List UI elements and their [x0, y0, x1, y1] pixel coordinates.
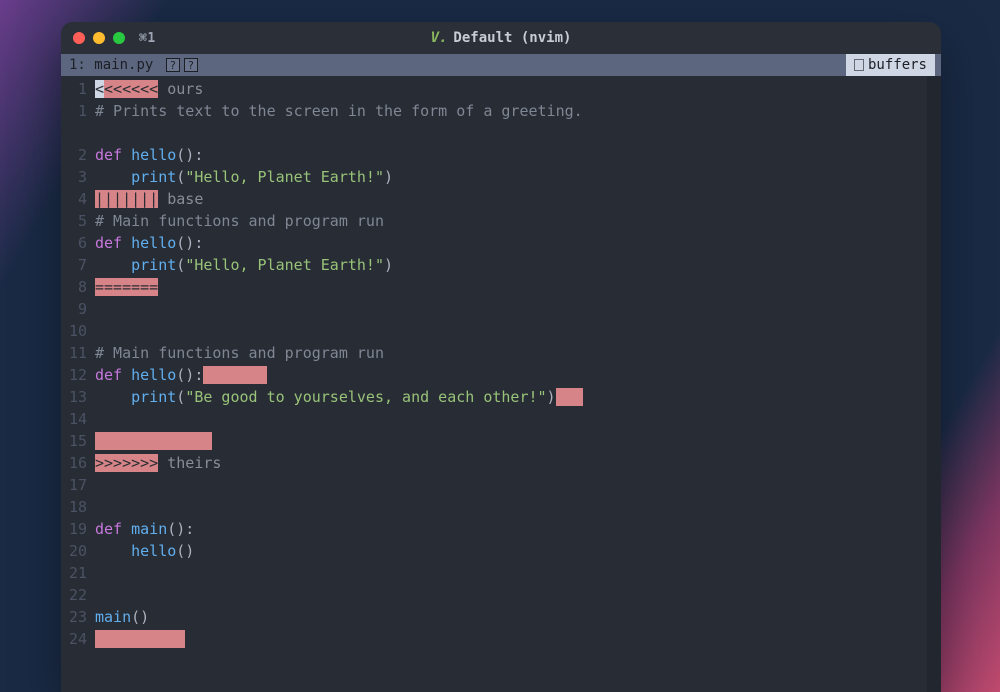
window-shortcut-label: ⌘1	[139, 31, 156, 46]
code-line: 16>>>>>>> theirs	[61, 452, 941, 474]
code-line: 12def hello():	[61, 364, 941, 386]
code-line: 2def hello():	[61, 144, 941, 166]
line-number: 16	[61, 452, 95, 474]
line-number: 5	[61, 210, 95, 232]
conflict-marker-ours: <<<<<<	[104, 80, 158, 98]
vim-logo-icon: V.	[431, 30, 448, 46]
code-line	[61, 122, 941, 144]
code-line: 1<<<<<<< ours	[61, 78, 941, 100]
minimize-icon[interactable]	[93, 32, 105, 44]
code-line: 1# Prints text to the screen in the form…	[61, 100, 941, 122]
code-line: 24	[61, 628, 941, 650]
trailing-whitespace	[95, 432, 212, 450]
conflict-marker-base: |||||||	[95, 190, 158, 208]
code-line: 18	[61, 496, 941, 518]
line-number: 12	[61, 364, 95, 386]
line-number: 18	[61, 496, 95, 518]
editor-area[interactable]: 1<<<<<<< ours 1# Prints text to the scre…	[61, 76, 941, 692]
line-number: 14	[61, 408, 95, 430]
code-line: 7 print("Hello, Planet Earth!")	[61, 254, 941, 276]
code-line: 10	[61, 320, 941, 342]
line-number: 4	[61, 188, 95, 210]
code-line: 6def hello():	[61, 232, 941, 254]
conflict-marker-sep: =======	[95, 278, 158, 296]
line-number: 6	[61, 232, 95, 254]
window-title-text: Default (nvim)	[453, 30, 571, 46]
tab-index: 1:	[69, 57, 86, 73]
line-number: 19	[61, 518, 95, 540]
modified-indicator-icon: ?	[184, 58, 198, 72]
modified-indicator-icon: ?	[166, 58, 180, 72]
line-number: 3	[61, 166, 95, 188]
line-number: 23	[61, 606, 95, 628]
close-icon[interactable]	[73, 32, 85, 44]
titlebar[interactable]: ⌘1 V. Default (nvim)	[61, 22, 941, 54]
code-line: 17	[61, 474, 941, 496]
code-lines: 1<<<<<<< ours 1# Prints text to the scre…	[61, 76, 941, 650]
traffic-lights	[73, 32, 125, 44]
line-number: 7	[61, 254, 95, 276]
code-line: 14	[61, 408, 941, 430]
line-number: 1	[61, 100, 95, 122]
code-line: 5# Main functions and program run	[61, 210, 941, 232]
line-number: 1	[61, 78, 95, 100]
tabline-buffers[interactable]: buffers	[846, 54, 935, 76]
code-line: 4||||||| base	[61, 188, 941, 210]
code-line: 13 print("Be good to yourselves, and eac…	[61, 386, 941, 408]
terminal-window: ⌘1 V. Default (nvim) 1: main.py ?? buffer…	[61, 22, 941, 692]
buffers-icon	[854, 59, 864, 71]
code-line: 11# Main functions and program run	[61, 342, 941, 364]
line-number: 17	[61, 474, 95, 496]
conflict-marker-theirs: >>>>>>>	[95, 454, 158, 472]
window-title: V. Default (nvim)	[61, 30, 941, 46]
code-line: 3 print("Hello, Planet Earth!")	[61, 166, 941, 188]
line-number: 8	[61, 276, 95, 298]
tabline-buffers-label: buffers	[868, 57, 927, 73]
code-line: 23main()	[61, 606, 941, 628]
code-line: 9	[61, 298, 941, 320]
line-number: 21	[61, 562, 95, 584]
trailing-whitespace	[203, 366, 266, 384]
trailing-whitespace	[556, 388, 583, 406]
code-line: 21	[61, 562, 941, 584]
cursor: <	[95, 80, 104, 98]
line-number: 13	[61, 386, 95, 408]
line-number: 10	[61, 320, 95, 342]
zoom-icon[interactable]	[113, 32, 125, 44]
code-line: 15	[61, 430, 941, 452]
line-number: 22	[61, 584, 95, 606]
tab-filename: main.py	[94, 57, 153, 73]
code-line: 20 hello()	[61, 540, 941, 562]
tabline[interactable]: 1: main.py ?? buffers	[61, 54, 941, 76]
line-number: 24	[61, 628, 95, 650]
line-number: 9	[61, 298, 95, 320]
line-number: 15	[61, 430, 95, 452]
code-line: 19def main():	[61, 518, 941, 540]
line-number	[61, 122, 95, 144]
code-line: 8=======	[61, 276, 941, 298]
line-number: 11	[61, 342, 95, 364]
line-number: 2	[61, 144, 95, 166]
line-number: 20	[61, 540, 95, 562]
code-line: 22	[61, 584, 941, 606]
trailing-whitespace	[95, 630, 185, 648]
scrollbar[interactable]	[927, 76, 941, 692]
